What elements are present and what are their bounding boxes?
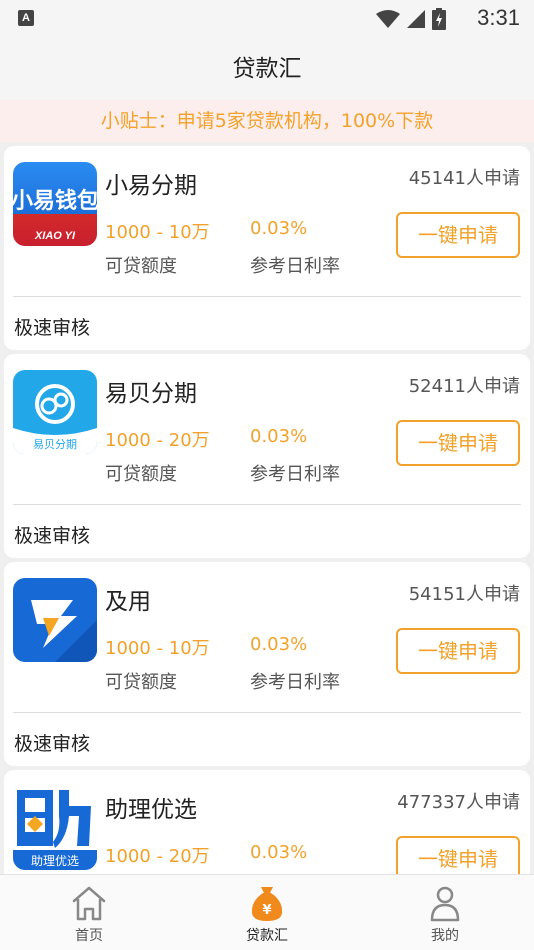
loan-logo: 易贝分期 xyxy=(13,370,97,454)
daily-rate: 0.03% xyxy=(250,218,308,239)
loan-name: 及用 xyxy=(105,589,151,615)
svg-text:助理优选: 助理优选 xyxy=(31,854,79,868)
svg-text:XIAO YI: XIAO YI xyxy=(34,230,76,242)
amount-range: 1000 - 20万 xyxy=(105,846,210,867)
loan-card[interactable]: 易贝分期 易贝分期 52411人申请 1000 - 20万 0.03% 可贷额度… xyxy=(4,354,530,558)
apply-button[interactable]: 一键申请 xyxy=(396,628,520,674)
applicant-count: 477337人申请 xyxy=(397,792,520,813)
nav-label: 首页 xyxy=(75,928,103,944)
applicant-count: 52411人申请 xyxy=(408,376,520,397)
signal-icon xyxy=(407,10,425,28)
nav-home[interactable]: 首页 xyxy=(29,875,149,950)
tip-banner: 小贴士：申请5家贷款机构，100%下款 xyxy=(0,100,534,142)
review-tag: 极速审核 xyxy=(14,525,91,547)
notification-badge: A xyxy=(18,10,34,26)
amount-label: 可贷额度 xyxy=(105,256,177,277)
jiyong-logo-icon xyxy=(31,600,97,662)
daily-rate: 0.03% xyxy=(250,634,308,655)
applicant-count: 54151人申请 xyxy=(408,584,520,605)
page-title: 贷款汇 xyxy=(232,56,302,82)
amount-label: 可贷额度 xyxy=(105,672,177,693)
loan-card[interactable]: 小易钱包 XIAO YI 小易分期 45141人申请 1000 - 10万 0.… xyxy=(4,146,530,350)
review-tag: 极速审核 xyxy=(14,733,91,755)
status-bar: A 3:31 xyxy=(0,0,534,38)
loan-name: 小易分期 xyxy=(105,173,197,199)
divider xyxy=(13,296,521,297)
title-bar: 贷款汇 xyxy=(0,38,534,100)
loan-card[interactable]: 助理优选 助理优选 477337人申请 1000 - 20万 0.03% 可贷额… xyxy=(4,770,530,874)
rate-label: 参考日利率 xyxy=(250,256,340,277)
loan-card[interactable]: 及用 54151人申请 1000 - 10万 0.03% 可贷额度 参考日利率 … xyxy=(4,562,530,766)
apply-button[interactable]: 一键申请 xyxy=(396,420,520,466)
loan-name: 助理优选 xyxy=(105,797,197,823)
applicant-count: 45141人申请 xyxy=(408,168,520,189)
status-icons xyxy=(376,7,446,31)
daily-rate: 0.03% xyxy=(250,426,308,447)
divider xyxy=(13,504,521,505)
amount-range: 1000 - 10万 xyxy=(105,222,210,243)
nav-label: 我的 xyxy=(431,928,459,944)
loan-logo: 助理优选 xyxy=(13,786,97,870)
rate-label: 参考日利率 xyxy=(250,672,340,693)
svg-text:¥: ¥ xyxy=(262,903,271,918)
tip-text: 小贴士：申请5家贷款机构，100%下款 xyxy=(100,110,434,132)
person-icon xyxy=(430,886,460,922)
amount-range: 1000 - 10万 xyxy=(105,638,210,659)
review-tag: 极速审核 xyxy=(14,317,91,339)
battery-icon xyxy=(432,8,446,30)
amount-range: 1000 - 20万 xyxy=(105,430,210,451)
svg-text:小易钱包: 小易钱包 xyxy=(13,188,97,214)
nav-loan-hub[interactable]: ¥ 贷款汇 xyxy=(207,875,327,950)
daily-rate: 0.03% xyxy=(250,842,308,863)
svg-text:易贝分期: 易贝分期 xyxy=(33,438,77,451)
rate-label: 参考日利率 xyxy=(250,464,340,485)
bottom-nav: 首页 ¥ 贷款汇 我的 xyxy=(0,874,534,950)
wifi-icon xyxy=(376,10,400,28)
yibei-logo-icon: 易贝分期 xyxy=(13,384,97,454)
nav-mine[interactable]: 我的 xyxy=(385,875,505,950)
zhuli-logo-icon: 助理优选 xyxy=(13,790,97,870)
apply-button[interactable]: 一键申请 xyxy=(396,836,520,874)
apply-button[interactable]: 一键申请 xyxy=(396,212,520,258)
home-icon xyxy=(72,886,106,921)
money-bag-icon: ¥ xyxy=(251,887,283,921)
divider xyxy=(13,712,521,713)
xiaoyi-logo-icon: 小易钱包 XIAO YI xyxy=(13,188,97,242)
loan-name: 易贝分期 xyxy=(105,381,197,407)
amount-label: 可贷额度 xyxy=(105,464,177,485)
loan-logo xyxy=(13,578,97,662)
nav-label: 贷款汇 xyxy=(246,928,288,944)
status-time: 3:31 xyxy=(477,5,520,30)
loan-list[interactable]: 小易钱包 XIAO YI 小易分期 45141人申请 1000 - 10万 0.… xyxy=(0,142,534,874)
loan-logo: 小易钱包 XIAO YI xyxy=(13,162,97,246)
